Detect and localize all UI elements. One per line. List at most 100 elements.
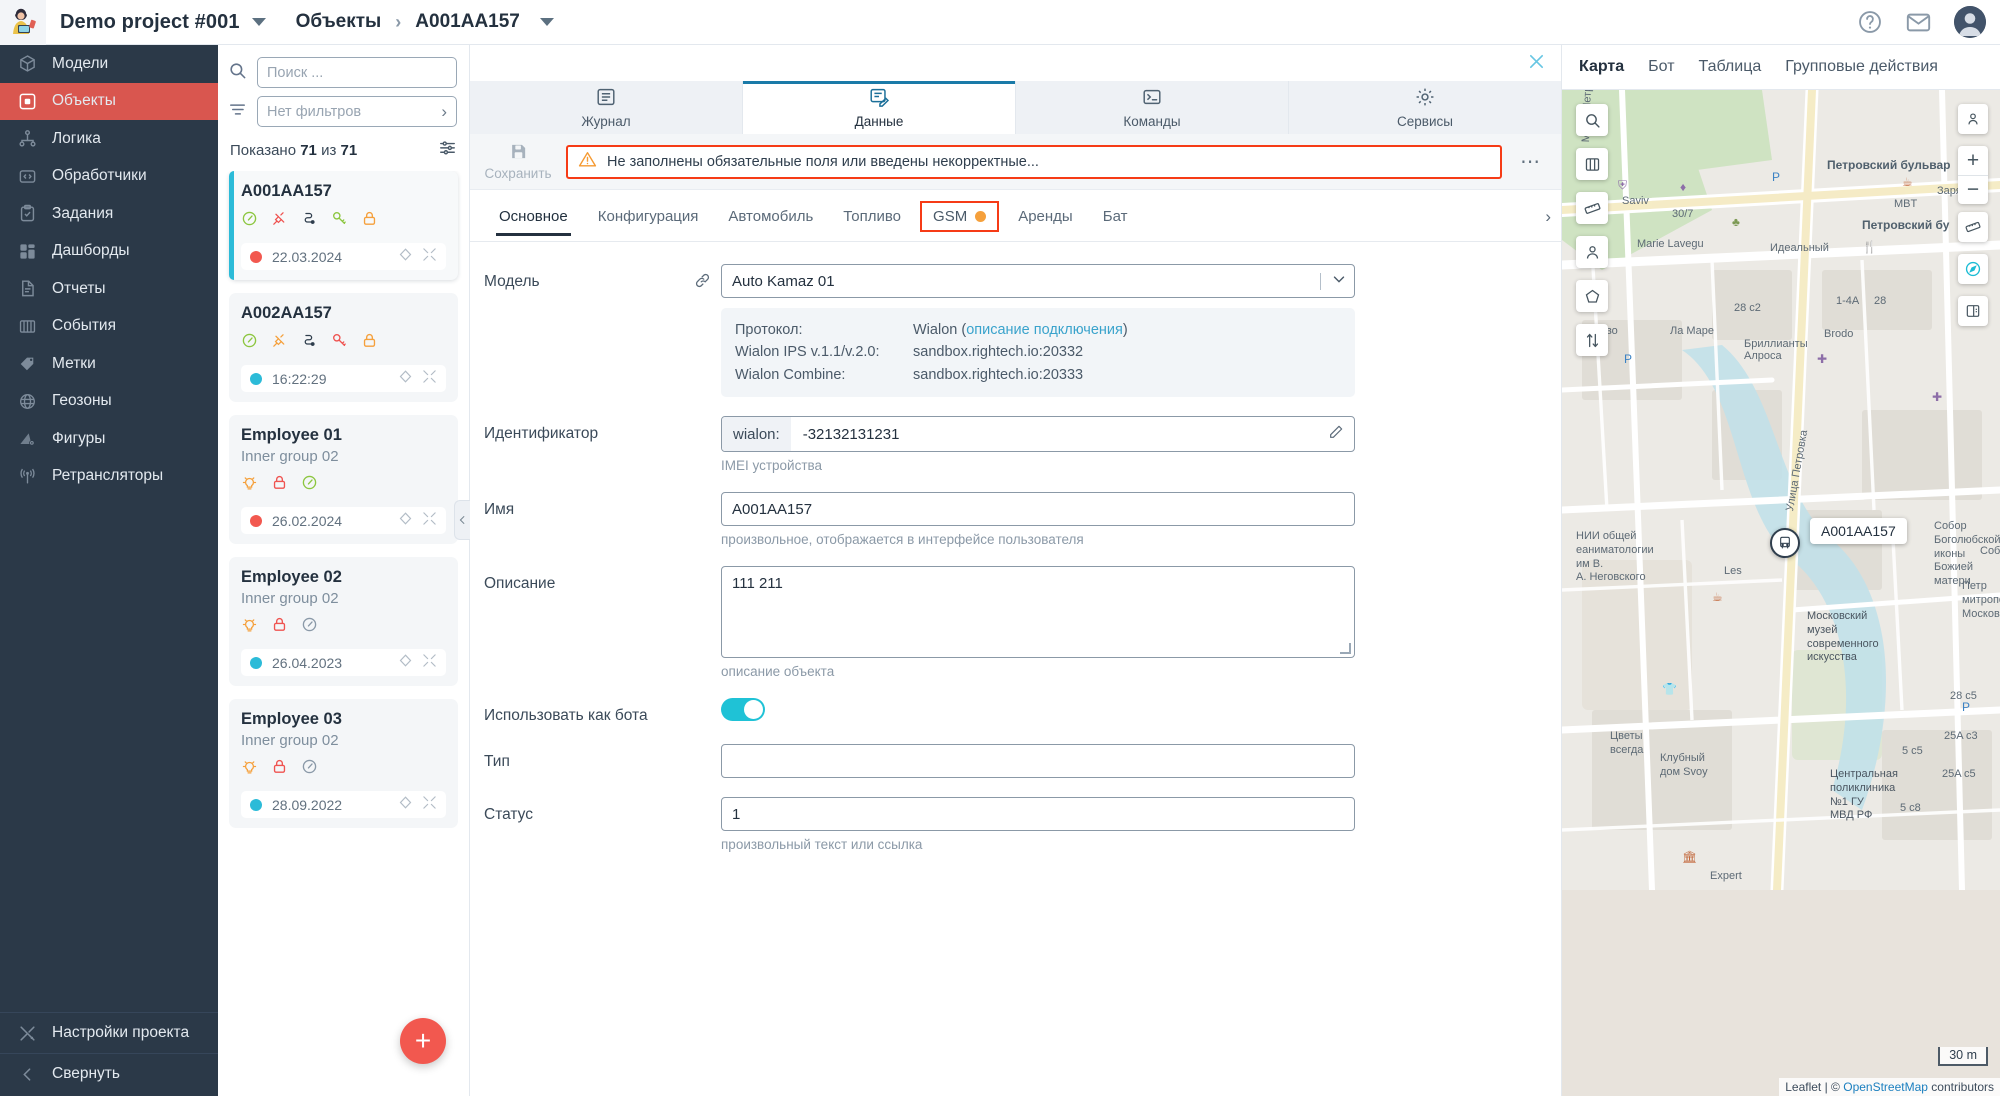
tab-services[interactable]: Сервисы [1289, 81, 1561, 134]
sidebar-item-reports[interactable]: Отчеты [0, 270, 218, 308]
tab-label: Журнал [581, 114, 630, 129]
sidebar-item-models[interactable]: Модели [0, 45, 218, 83]
map-person-pin-button[interactable] [1958, 104, 1988, 134]
card-status: 16:22:29 [250, 371, 327, 387]
map-measure-button[interactable] [1958, 212, 1988, 242]
close-icon[interactable] [1526, 51, 1547, 76]
question-circle-icon[interactable] [1857, 9, 1883, 35]
list-item[interactable]: A001AA157 22.03.2024 [229, 171, 458, 280]
protocol-key: Протокол: [735, 319, 913, 341]
subtab-toplivo[interactable]: Топливо [828, 208, 916, 236]
sidebar-item-logic[interactable]: Логика [0, 120, 218, 158]
card-actions [398, 795, 437, 815]
model-select[interactable]: Auto Kamaz 01 [721, 264, 1355, 298]
search-input[interactable]: Поиск ... [257, 57, 457, 88]
identifier-input[interactable]: wialon: -32132131231 [721, 416, 1355, 452]
tab-commands[interactable]: Команды [1016, 81, 1289, 134]
save-button[interactable]: Сохранить [482, 142, 554, 181]
sidebar-item-objects[interactable]: Объекты [0, 83, 218, 121]
protocol-row: Wialon IPS v.1.1/v.2.0: sandbox.rightech… [735, 341, 1341, 363]
protocol-value-tail: ) [1123, 322, 1128, 338]
locate-icon[interactable] [398, 511, 413, 531]
field-control-use-as-bot [694, 698, 1547, 721]
sidebar-item-handlers[interactable]: Обработчики [0, 158, 218, 196]
search-icon[interactable] [228, 61, 247, 85]
filter-select[interactable]: Нет фильтров › [257, 96, 457, 127]
sidebar-item-shapes[interactable]: Фигуры [0, 420, 218, 458]
breadcrumb-dropdown-icon[interactable] [540, 18, 554, 26]
collapse-arrows-icon[interactable] [422, 511, 437, 531]
subtabs-next-icon[interactable]: › [1545, 207, 1551, 237]
map-tab-tablica[interactable]: Таблица [1699, 58, 1762, 76]
breadcrumb-item-current[interactable]: A001AA157 [415, 11, 520, 33]
sidebar-item-tasks[interactable]: Задания [0, 195, 218, 233]
name-input[interactable]: A001AA157 [721, 492, 1355, 526]
map-search-button[interactable] [1576, 104, 1608, 136]
project-name[interactable]: Demo project #001 [60, 11, 240, 34]
openstreetmap-link[interactable]: OpenStreetMap [1843, 1080, 1928, 1094]
link-icon[interactable] [694, 264, 711, 294]
sidebar-item-dashboards[interactable]: Дашборды [0, 233, 218, 271]
use-as-bot-toggle[interactable] [721, 698, 765, 721]
subtab-osnovnoe[interactable]: Основное [484, 208, 583, 236]
map-swap-button[interactable] [1576, 324, 1608, 356]
sidebar-item-project-settings[interactable]: Настройки проекта [0, 1013, 218, 1053]
map-tab-gruppovye-deystviya[interactable]: Групповые действия [1785, 58, 1938, 76]
list-item[interactable]: Employee 02 Inner group 02 26.04.2023 [229, 557, 458, 686]
map-polygon-button[interactable] [1576, 280, 1608, 312]
list-panel-collapse-button[interactable] [454, 500, 470, 540]
locate-icon[interactable] [398, 369, 413, 389]
subtab-konfiguraciya[interactable]: Конфигурация [583, 208, 714, 236]
envelope-icon[interactable] [1905, 9, 1932, 36]
map-compass-button[interactable] [1958, 254, 1988, 284]
description-textarea[interactable]: 111 211 [721, 566, 1355, 658]
list-item[interactable]: Employee 03 Inner group 02 28.09.2022 [229, 699, 458, 828]
map-ruler-button[interactable] [1576, 192, 1608, 224]
tab-journal[interactable]: Журнал [470, 81, 743, 134]
sidebar-item-collapse[interactable]: Свернуть [0, 1054, 218, 1094]
map-split-view-button[interactable] [1958, 296, 1988, 326]
subtab-bat[interactable]: Бат [1088, 208, 1143, 236]
map-zoom-out-button[interactable]: − [1958, 175, 1988, 204]
map-object-marker[interactable] [1770, 528, 1800, 558]
key-icon [331, 332, 348, 354]
map-layers-button[interactable] [1576, 148, 1608, 180]
ellipsis-icon[interactable]: ⋯ [1514, 149, 1547, 174]
list-item[interactable]: Employee 01 Inner group 02 26.02.2024 [229, 415, 458, 544]
breadcrumb-item-objects[interactable]: Объекты [296, 11, 382, 33]
filter-icon[interactable] [228, 100, 247, 124]
subtab-gsm[interactable]: GSM [920, 201, 999, 232]
collapse-arrows-icon[interactable] [422, 653, 437, 673]
avatar[interactable] [1954, 6, 1986, 38]
sidebar-item-retranslators[interactable]: Ретрансляторы [0, 458, 218, 496]
map-tab-bot[interactable]: Бот [1648, 58, 1674, 76]
status-input[interactable]: 1 [721, 797, 1355, 831]
tab-data[interactable]: Данные [743, 81, 1016, 134]
sidebar-item-events[interactable]: События [0, 308, 218, 346]
locate-icon[interactable] [398, 795, 413, 815]
list-item[interactable]: A002AA157 16:22:29 [229, 293, 458, 402]
locate-icon[interactable] [398, 653, 413, 673]
map-poi-label: 5 с8 [1900, 802, 1921, 814]
subtab-arendy[interactable]: Аренды [1003, 208, 1088, 236]
add-object-button[interactable]: + [400, 1018, 446, 1064]
sidebar-item-geozones[interactable]: Геозоны [0, 383, 218, 421]
app-logo[interactable] [0, 0, 46, 45]
project-dropdown-icon[interactable] [252, 18, 266, 26]
sliders-icon[interactable] [438, 138, 457, 162]
collapse-arrows-icon[interactable] [422, 247, 437, 267]
subtab-avtomobil[interactable]: Автомобиль [713, 208, 828, 236]
map-person-button[interactable] [1576, 236, 1608, 268]
chevron-down-icon[interactable] [1330, 270, 1348, 292]
map-tab-karta[interactable]: Карта [1579, 58, 1624, 76]
protocol-doc-link[interactable]: описание подключения [966, 322, 1123, 338]
map-zoom-in-button[interactable]: + [1958, 146, 1988, 175]
map-canvas[interactable]: Петровский бульвар Петровский бу Мало-Пе… [1562, 90, 2000, 1096]
type-input[interactable] [721, 744, 1355, 778]
map-poi-label: БриллиантыАлроса [1744, 338, 1808, 362]
sidebar-item-tags[interactable]: Метки [0, 345, 218, 383]
collapse-arrows-icon[interactable] [422, 369, 437, 389]
pencil-icon[interactable] [1328, 424, 1354, 445]
collapse-arrows-icon[interactable] [422, 795, 437, 815]
locate-icon[interactable] [398, 247, 413, 267]
